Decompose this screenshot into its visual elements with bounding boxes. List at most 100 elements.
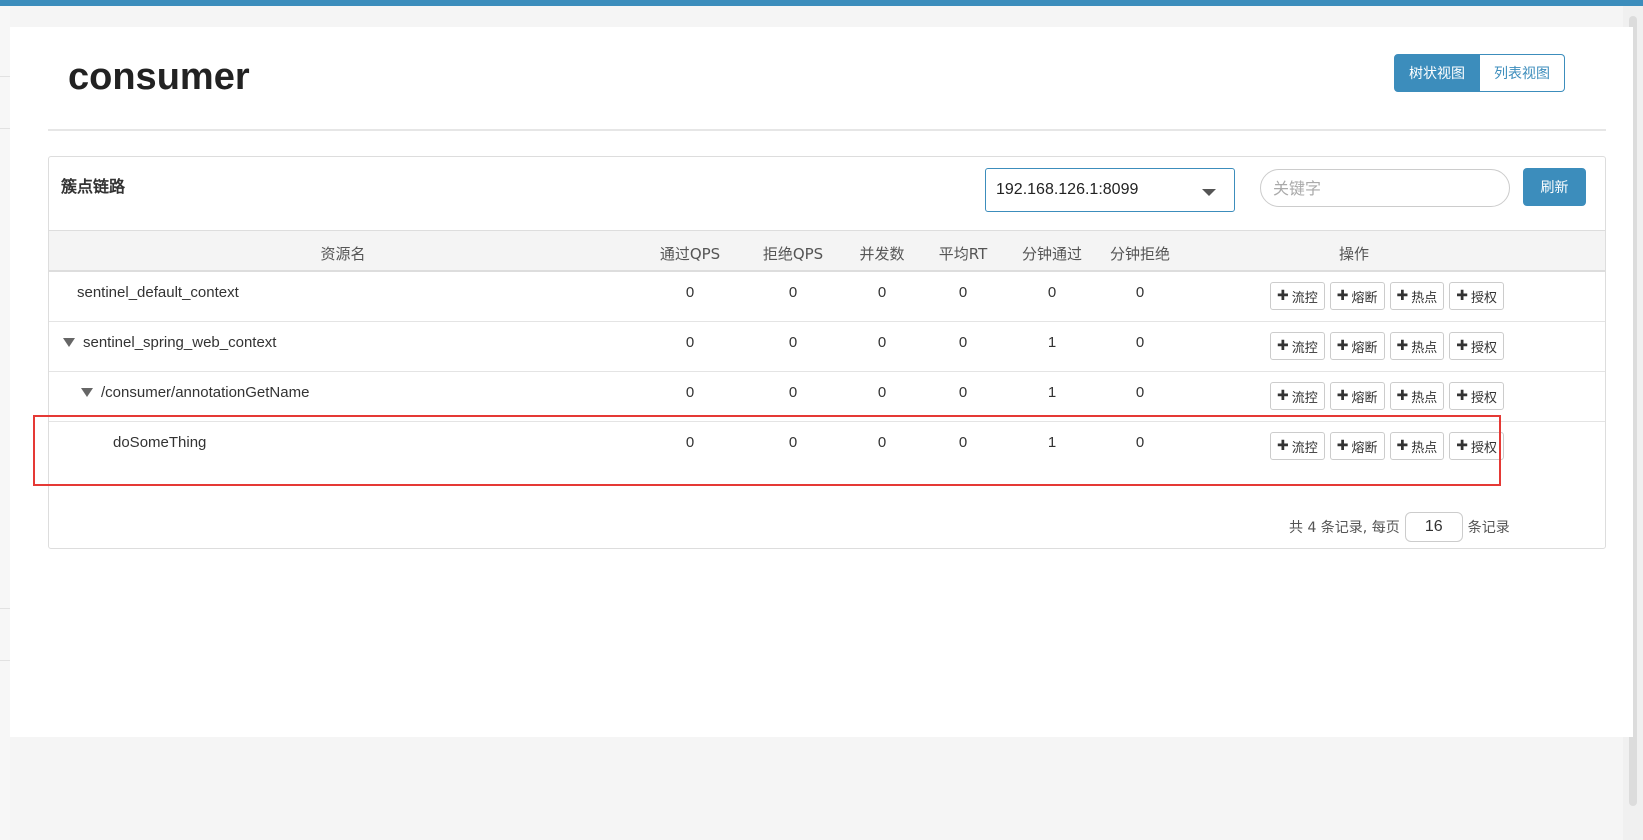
plus-icon: ✚ xyxy=(1336,288,1349,304)
flow-rule-button[interactable]: ✚ 流控 xyxy=(1270,282,1325,310)
pagination-info: 共 4 条记录, 每页 条记录 xyxy=(1289,512,1510,542)
hotspot-rule-button[interactable]: ✚ 热点 xyxy=(1389,382,1445,410)
button-label: 熔断 xyxy=(1351,340,1378,356)
header-block-qps: 拒绝QPS xyxy=(762,245,824,263)
page-size-input[interactable] xyxy=(1404,512,1463,542)
hotspot-rule-button[interactable]: ✚ 热点 xyxy=(1389,282,1445,310)
degrade-rule-button[interactable]: ✚ 熔断 xyxy=(1329,432,1385,460)
authority-rule-button[interactable]: ✚ 授权 xyxy=(1449,332,1504,360)
button-label: 热点 xyxy=(1411,390,1438,406)
header-resource-name: 资源名 xyxy=(320,245,366,263)
table-row: /consumer/annotationGetName 0 0 0 0 1 0 … xyxy=(49,372,1605,422)
button-label: 流控 xyxy=(1291,390,1318,406)
avg-rt: 0 xyxy=(958,284,968,301)
table-header: 资源名 通过QPS 拒绝QPS 并发数 平均RT 分钟通过 分钟拒绝 操作 xyxy=(49,230,1605,272)
resource-panel: 簇点链路 192.168.126.1:8099 刷新 资源名 通过QPS 拒绝Q… xyxy=(48,156,1606,549)
plus-icon: ✚ xyxy=(1456,288,1468,304)
header-avg-rt: 平均RT xyxy=(938,245,988,263)
flow-rule-button[interactable]: ✚ 流控 xyxy=(1270,332,1325,360)
plus-icon: ✚ xyxy=(1456,438,1468,454)
button-label: 热点 xyxy=(1411,440,1438,456)
machine-select-value: 192.168.126.1:8099 xyxy=(996,181,1139,198)
main-content: consumer 树状视图 列表视图 簇点链路 192.168.126.1:80… xyxy=(10,27,1633,737)
plus-icon: ✚ xyxy=(1336,388,1349,404)
block-qps: 0 xyxy=(788,284,798,301)
header-actions: 操作 xyxy=(1338,245,1370,263)
resource-table: 资源名 通过QPS 拒绝QPS 并发数 平均RT 分钟通过 分钟拒绝 操作 se… xyxy=(49,230,1605,492)
plus-icon: ✚ xyxy=(1277,388,1289,404)
button-label: 授权 xyxy=(1470,440,1497,456)
degrade-rule-button[interactable]: ✚ 熔断 xyxy=(1329,332,1385,360)
resource-name: doSomeThing xyxy=(113,434,207,451)
button-label: 熔断 xyxy=(1351,390,1378,406)
top-accent-bar xyxy=(0,0,1643,6)
degrade-rule-button[interactable]: ✚ 熔断 xyxy=(1329,382,1385,410)
button-label: 热点 xyxy=(1411,340,1438,356)
search-input[interactable] xyxy=(1260,169,1510,207)
button-label: 授权 xyxy=(1470,290,1497,306)
minute-pass: 1 xyxy=(1047,434,1057,451)
row-actions: ✚ 流控 ✚ 熔断 ✚ 热点 ✚ 授权 xyxy=(1270,432,1504,460)
resource-name: /consumer/annotationGetName xyxy=(81,384,309,401)
row-actions: ✚ 流控 ✚ 熔断 ✚ 热点 ✚ 授权 xyxy=(1270,282,1504,310)
table-row: doSomeThing 0 0 0 0 1 0 ✚ 流控 ✚ 熔断 ✚ 热点 ✚ 授权 xyxy=(49,422,1605,492)
machine-select[interactable]: 192.168.126.1:8099 xyxy=(985,168,1235,212)
button-label: 流控 xyxy=(1291,440,1318,456)
refresh-button[interactable]: 刷新 xyxy=(1523,168,1586,206)
minute-pass: 1 xyxy=(1047,384,1057,401)
sidebar-divider xyxy=(0,660,10,661)
pager-suffix: 条记录 xyxy=(1467,520,1510,536)
plus-icon: ✚ xyxy=(1396,388,1409,404)
authority-rule-button[interactable]: ✚ 授权 xyxy=(1449,382,1504,410)
avg-rt: 0 xyxy=(958,434,968,451)
flow-rule-button[interactable]: ✚ 流控 xyxy=(1270,432,1325,460)
header-minute-block: 分钟拒绝 xyxy=(1109,245,1171,263)
block-qps: 0 xyxy=(788,334,798,351)
pass-qps: 0 xyxy=(685,334,695,351)
tree-view-button[interactable]: 树状视图 xyxy=(1394,54,1480,92)
resource-name: sentinel_spring_web_context xyxy=(63,334,276,351)
authority-rule-button[interactable]: ✚ 授权 xyxy=(1449,432,1504,460)
hotspot-rule-button[interactable]: ✚ 热点 xyxy=(1389,432,1445,460)
thread-count: 0 xyxy=(877,284,887,301)
resource-name-label: /consumer/annotationGetName xyxy=(101,384,310,401)
thread-count: 0 xyxy=(877,434,887,451)
plus-icon: ✚ xyxy=(1456,388,1468,404)
avg-rt: 0 xyxy=(958,384,968,401)
pager-prefix: 共 4 条记录, 每页 xyxy=(1289,520,1400,536)
button-label: 热点 xyxy=(1411,290,1438,306)
thread-count: 0 xyxy=(877,384,887,401)
minute-block: 0 xyxy=(1135,434,1145,451)
hotspot-rule-button[interactable]: ✚ 热点 xyxy=(1389,332,1445,360)
minute-block: 0 xyxy=(1135,334,1145,351)
block-qps: 0 xyxy=(788,384,798,401)
pass-qps: 0 xyxy=(685,384,695,401)
panel-title: 簇点链路 xyxy=(61,177,126,196)
button-label: 授权 xyxy=(1470,340,1497,356)
sidebar-divider xyxy=(0,128,10,129)
plus-icon: ✚ xyxy=(1277,288,1289,304)
caret-down-icon[interactable] xyxy=(63,338,75,347)
plus-icon: ✚ xyxy=(1336,338,1349,354)
header-minute-pass: 分钟通过 xyxy=(1021,245,1083,263)
block-qps: 0 xyxy=(788,434,798,451)
sidebar-divider xyxy=(0,76,10,77)
plus-icon: ✚ xyxy=(1396,438,1409,454)
list-view-button[interactable]: 列表视图 xyxy=(1480,54,1565,92)
degrade-rule-button[interactable]: ✚ 熔断 xyxy=(1329,282,1385,310)
page-title: consumer xyxy=(68,56,250,98)
view-toggle: 树状视图 列表视图 xyxy=(1394,54,1565,92)
pass-qps: 0 xyxy=(685,434,695,451)
button-label: 熔断 xyxy=(1351,290,1378,306)
minute-block: 0 xyxy=(1135,284,1145,301)
authority-rule-button[interactable]: ✚ 授权 xyxy=(1449,282,1504,310)
flow-rule-button[interactable]: ✚ 流控 xyxy=(1270,382,1325,410)
left-sidebar-edge xyxy=(0,6,10,840)
plus-icon: ✚ xyxy=(1396,338,1409,354)
plus-icon: ✚ xyxy=(1336,438,1349,454)
button-label: 授权 xyxy=(1470,390,1497,406)
plus-icon: ✚ xyxy=(1396,288,1409,304)
minute-pass: 0 xyxy=(1047,284,1057,301)
caret-down-icon[interactable] xyxy=(81,388,93,397)
avg-rt: 0 xyxy=(958,334,968,351)
